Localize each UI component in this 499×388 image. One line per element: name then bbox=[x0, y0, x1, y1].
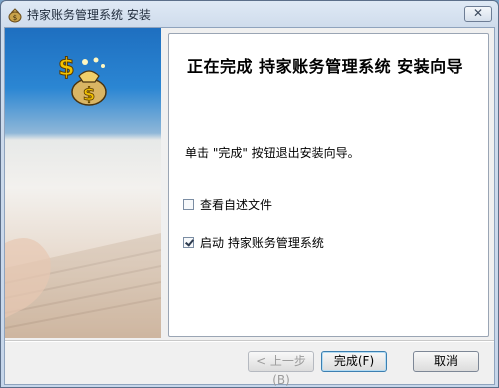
svg-text:$: $ bbox=[83, 84, 96, 105]
view-readme-option[interactable]: 查看自述文件 bbox=[183, 196, 272, 212]
svg-text:$: $ bbox=[13, 14, 17, 22]
page-title: 正在完成 持家账务管理系统 安装向导 bbox=[187, 57, 464, 76]
cancel-button[interactable]: 取消 bbox=[413, 351, 479, 372]
view-readme-checkbox[interactable] bbox=[183, 198, 194, 210]
content-panel: 正在完成 持家账务管理系统 安装向导 单击 "完成" 按钮退出安装向导。 查看自… bbox=[168, 33, 489, 337]
finish-button[interactable]: 完成(F) bbox=[321, 351, 387, 372]
divider bbox=[5, 340, 494, 342]
view-readme-label: 查看自述文件 bbox=[200, 197, 273, 212]
close-icon: ✕ bbox=[472, 6, 484, 20]
dollar-logo-icon: $ $ bbox=[58, 53, 107, 106]
window-title: 持家账务管理系统 安装 bbox=[27, 8, 151, 22]
back-button[interactable]: < 上一步(B) bbox=[248, 351, 314, 387]
side-banner-image: $ $ bbox=[5, 28, 161, 338]
svg-text:$: $ bbox=[58, 53, 75, 81]
launch-app-label: 启动 持家账务管理系统 bbox=[200, 235, 324, 250]
client-area: $ $ 正在完成 持家账务管理系统 安装向导 单击 "完成" 按钮退出安装向导。… bbox=[4, 27, 495, 387]
title-bar[interactable]: $ 持家账务管理系统 安装 ✕ bbox=[1, 1, 498, 28]
launch-app-checkbox[interactable] bbox=[183, 236, 194, 248]
launch-app-option[interactable]: 启动 持家账务管理系统 bbox=[183, 234, 324, 250]
close-button[interactable]: ✕ bbox=[464, 6, 492, 22]
money-bag-icon: $ bbox=[7, 7, 23, 23]
installer-window: $ 持家账务管理系统 安装 ✕ $ $ 正在完成 持家账务管理系统 安装向导 单… bbox=[0, 0, 499, 388]
description-text: 单击 "完成" 按钮退出安装向导。 bbox=[185, 146, 360, 160]
